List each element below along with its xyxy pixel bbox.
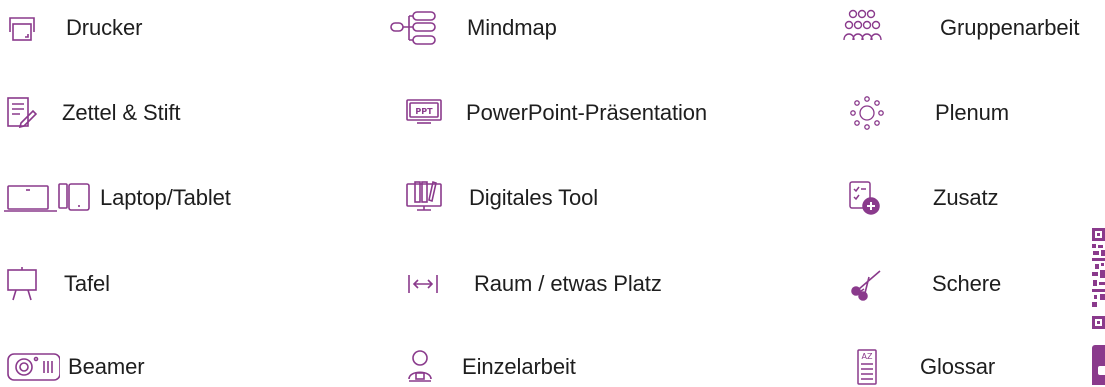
page-tab (1092, 345, 1105, 385)
legend-item-gruppenarbeit: Gruppenarbeit (843, 8, 1105, 48)
legend-item-zettel-stift: Zettel & Stift (0, 93, 300, 133)
legend-item-schere: Schere (851, 264, 1105, 304)
legend-item-drucker: Drucker (0, 8, 300, 48)
legend-item-powerpoint: PPT PowerPoint-Präsentation (385, 93, 785, 133)
legend-label: Zettel & Stift (62, 100, 181, 125)
legend-label: Gruppenarbeit (940, 15, 1080, 40)
legend-item-plenum: Plenum (850, 93, 1105, 133)
digital-tool-icon (405, 178, 445, 218)
paper-pen-icon (4, 93, 44, 133)
legend-item-mindmap: Mindmap (385, 8, 705, 48)
scissors-icon (847, 264, 887, 304)
legend-label: Plenum (935, 100, 1009, 125)
legend-item-laptop-tablet: Laptop/Tablet (0, 178, 300, 218)
addition-icon (848, 178, 888, 218)
space-icon (407, 264, 447, 304)
legend-label: Beamer (68, 354, 145, 379)
qr-code (1092, 228, 1105, 329)
legend-item-glossar: AZ Glossar (855, 347, 1105, 387)
legend-label: Raum / etwas Platz (474, 271, 662, 296)
ppt-text: PPT (415, 107, 433, 116)
legend-item-beamer: Beamer (0, 347, 300, 387)
legend-label: Tafel (64, 271, 110, 296)
laptop-tablet-icon (4, 178, 94, 218)
az-text: AZ (862, 352, 873, 361)
plenum-icon (847, 93, 887, 133)
legend-label: Zusatz (933, 185, 999, 210)
legend-label: Glossar (920, 354, 996, 379)
projector-icon (4, 347, 60, 387)
legend-label: Drucker (66, 15, 143, 40)
legend-item-einzelarbeit: Einzelarbeit (385, 347, 705, 387)
legend-label: Mindmap (467, 15, 557, 40)
board-icon (4, 264, 44, 304)
glossary-icon: AZ (855, 347, 895, 387)
legend-item-tafel: Tafel (0, 264, 300, 304)
legend-item-zusatz: Zusatz (849, 178, 1105, 218)
single-work-icon (407, 347, 447, 387)
legend-label: PowerPoint-Präsentation (466, 100, 708, 125)
legend-label: Schere (932, 271, 1002, 296)
legend-label: Einzelarbeit (462, 354, 576, 379)
printer-icon (4, 8, 44, 48)
legend-item-digitales-tool: Digitales Tool (385, 178, 705, 218)
legend-item-raum: Raum / etwas Platz (385, 264, 705, 304)
group-work-icon (842, 8, 882, 48)
legend-label: Digitales Tool (469, 185, 599, 210)
tab-marker (1098, 366, 1105, 375)
mindmap-icon (385, 8, 441, 48)
presentation-icon: PPT (405, 93, 445, 133)
legend-label: Laptop/Tablet (100, 185, 231, 210)
